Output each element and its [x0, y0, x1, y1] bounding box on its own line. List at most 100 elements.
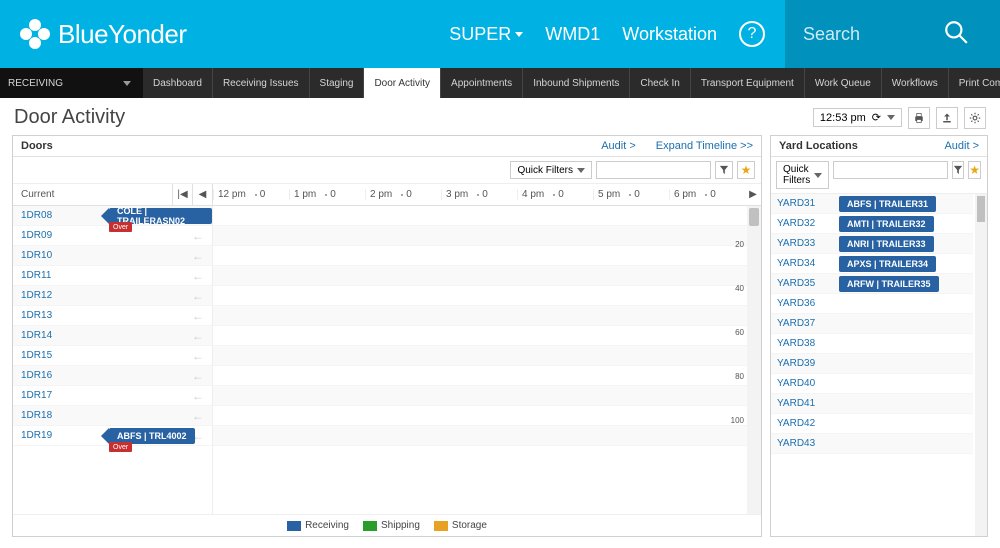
- tab-receiving-issues[interactable]: Receiving Issues: [213, 68, 310, 98]
- door-row[interactable]: 1DR18←: [13, 406, 212, 426]
- module-navbar: RECEIVING DashboardReceiving IssuesStagi…: [0, 68, 1000, 98]
- timeline-next-button[interactable]: ▶: [745, 189, 761, 200]
- tab-print-compliant-labels[interactable]: Print Compliant Labels: [949, 68, 1000, 98]
- yard-row: YARD38: [771, 334, 973, 354]
- door-row[interactable]: 1DR17←: [13, 386, 212, 406]
- module-switcher[interactable]: RECEIVING: [0, 68, 143, 98]
- arrow-in-icon: ←: [192, 229, 204, 243]
- yard-row: YARD32 AMTI | TRAILER32: [771, 214, 973, 234]
- door-row[interactable]: 1DR12←: [13, 286, 212, 306]
- expand-timeline-link[interactable]: Expand Timeline >>: [656, 140, 753, 152]
- yard-location[interactable]: YARD35: [771, 278, 833, 289]
- tab-appointments[interactable]: Appointments: [441, 68, 523, 98]
- tab-workflows[interactable]: Workflows: [882, 68, 949, 98]
- legend-item: Receiving: [287, 520, 349, 531]
- door-list: 1DR08←1DR09←1DR10←1DR11←1DR12←1DR13←1DR1…: [13, 206, 213, 514]
- door-row[interactable]: 1DR14←: [13, 326, 212, 346]
- time-slot: 2 pm0: [365, 189, 441, 200]
- yard-favorite-button[interactable]: ★: [968, 161, 981, 179]
- time-slot: 12 pm0: [213, 189, 289, 200]
- door-row[interactable]: 1DR11←: [13, 266, 212, 286]
- timeline-body: 1DR08←1DR09←1DR10←1DR11←1DR12←1DR13←1DR1…: [13, 206, 761, 514]
- yard-trailer-chip[interactable]: ABFS | TRAILER31: [839, 196, 936, 212]
- top-nav: SUPER WMD1 Workstation ?: [449, 21, 765, 47]
- clock-display[interactable]: 12:53 pm⟳: [813, 108, 902, 127]
- workstation-label[interactable]: Workstation: [622, 24, 717, 45]
- doors-filter-input[interactable]: [596, 161, 711, 179]
- yard-location[interactable]: YARD43: [771, 438, 833, 449]
- yard-title: Yard Locations: [779, 140, 858, 152]
- chevron-down-icon: [887, 115, 895, 120]
- timeline-chart[interactable]: 20406080100: [213, 206, 761, 514]
- page-toolbar: 12:53 pm⟳: [813, 107, 986, 129]
- v-scrollbar[interactable]: [747, 206, 761, 514]
- time-slot: 6 pm0: [669, 189, 745, 200]
- arrow-in-icon: ←: [192, 249, 204, 263]
- yard-filter-icon-button[interactable]: [952, 161, 964, 179]
- page-title: Door Activity: [14, 106, 125, 129]
- tab-check-in[interactable]: Check In: [630, 68, 690, 98]
- yard-location[interactable]: YARD41: [771, 398, 833, 409]
- ruler-tick: 80: [735, 372, 744, 381]
- chevron-down-icon: [515, 32, 523, 37]
- door-row[interactable]: 1DR10←: [13, 246, 212, 266]
- yard-location[interactable]: YARD42: [771, 418, 833, 429]
- door-row[interactable]: 1DR16←: [13, 366, 212, 386]
- top-bar: BlueYonder SUPER WMD1 Workstation ?: [0, 0, 1000, 68]
- tab-staging[interactable]: Staging: [310, 68, 365, 98]
- print-button[interactable]: [908, 107, 930, 129]
- tab-door-activity[interactable]: Door Activity: [364, 68, 441, 98]
- yard-row: YARD43: [771, 434, 973, 454]
- tab-work-queue[interactable]: Work Queue: [805, 68, 882, 98]
- yard-panel-head: Yard Locations Audit >: [771, 136, 987, 157]
- yard-trailer-chip[interactable]: ANRI | TRAILER33: [839, 236, 934, 252]
- yard-audit-link[interactable]: Audit >: [944, 140, 979, 152]
- yard-trailer-chip[interactable]: ARFW | TRAILER35: [839, 276, 939, 292]
- door-row[interactable]: 1DR15←: [13, 346, 212, 366]
- facility-label[interactable]: WMD1: [545, 24, 600, 45]
- yard-filter-input[interactable]: [833, 161, 948, 179]
- time-slot: 5 pm0: [593, 189, 669, 200]
- time-slot: 4 pm0: [517, 189, 593, 200]
- yard-location[interactable]: YARD38: [771, 338, 833, 349]
- favorite-button[interactable]: ★: [737, 161, 755, 179]
- yard-location[interactable]: YARD32: [771, 218, 833, 229]
- content-area: Doors Audit > Expand Timeline >> Quick F…: [0, 135, 1000, 545]
- timeline-prev-button[interactable]: ◀: [193, 184, 213, 205]
- yard-location[interactable]: YARD36: [771, 298, 833, 309]
- tab-transport-equipment[interactable]: Transport Equipment: [691, 68, 805, 98]
- refresh-icon: ⟳: [872, 111, 881, 124]
- yard-trailer-chip[interactable]: APXS | TRAILER34: [839, 256, 936, 272]
- arrow-in-icon: ←: [192, 389, 204, 403]
- door-row[interactable]: 1DR13←: [13, 306, 212, 326]
- tab-inbound-shipments[interactable]: Inbound Shipments: [523, 68, 630, 98]
- settings-button[interactable]: [964, 107, 986, 129]
- current-label: Current: [13, 184, 173, 205]
- yard-location[interactable]: YARD40: [771, 378, 833, 389]
- filter-icon-button[interactable]: [715, 161, 733, 179]
- doors-filter-row: Quick Filters ★: [13, 157, 761, 184]
- over-badge: Over: [109, 222, 132, 232]
- tab-dashboard[interactable]: Dashboard: [143, 68, 213, 98]
- yard-quick-filters-button[interactable]: Quick Filters: [776, 161, 829, 189]
- search-input[interactable]: [803, 24, 943, 45]
- yard-location[interactable]: YARD37: [771, 318, 833, 329]
- yard-scrollbar[interactable]: [975, 194, 987, 536]
- doors-panel: Doors Audit > Expand Timeline >> Quick F…: [12, 135, 762, 537]
- search-icon[interactable]: [943, 19, 969, 50]
- quick-filters-button[interactable]: Quick Filters: [510, 161, 592, 179]
- help-icon[interactable]: ?: [739, 21, 765, 47]
- user-menu[interactable]: SUPER: [449, 24, 523, 45]
- yard-location[interactable]: YARD39: [771, 358, 833, 369]
- page-header: Door Activity 12:53 pm⟳: [0, 98, 1000, 135]
- search-area: [785, 0, 1000, 68]
- timeline-first-button[interactable]: |◀: [173, 184, 193, 205]
- yard-row: YARD37: [771, 314, 973, 334]
- yard-trailer-chip[interactable]: AMTI | TRAILER32: [839, 216, 934, 232]
- yard-location[interactable]: YARD34: [771, 258, 833, 269]
- upload-button[interactable]: [936, 107, 958, 129]
- yard-location[interactable]: YARD31: [771, 198, 833, 209]
- yard-location[interactable]: YARD33: [771, 238, 833, 249]
- audit-link[interactable]: Audit >: [601, 140, 636, 152]
- ruler: 20406080100: [726, 206, 746, 514]
